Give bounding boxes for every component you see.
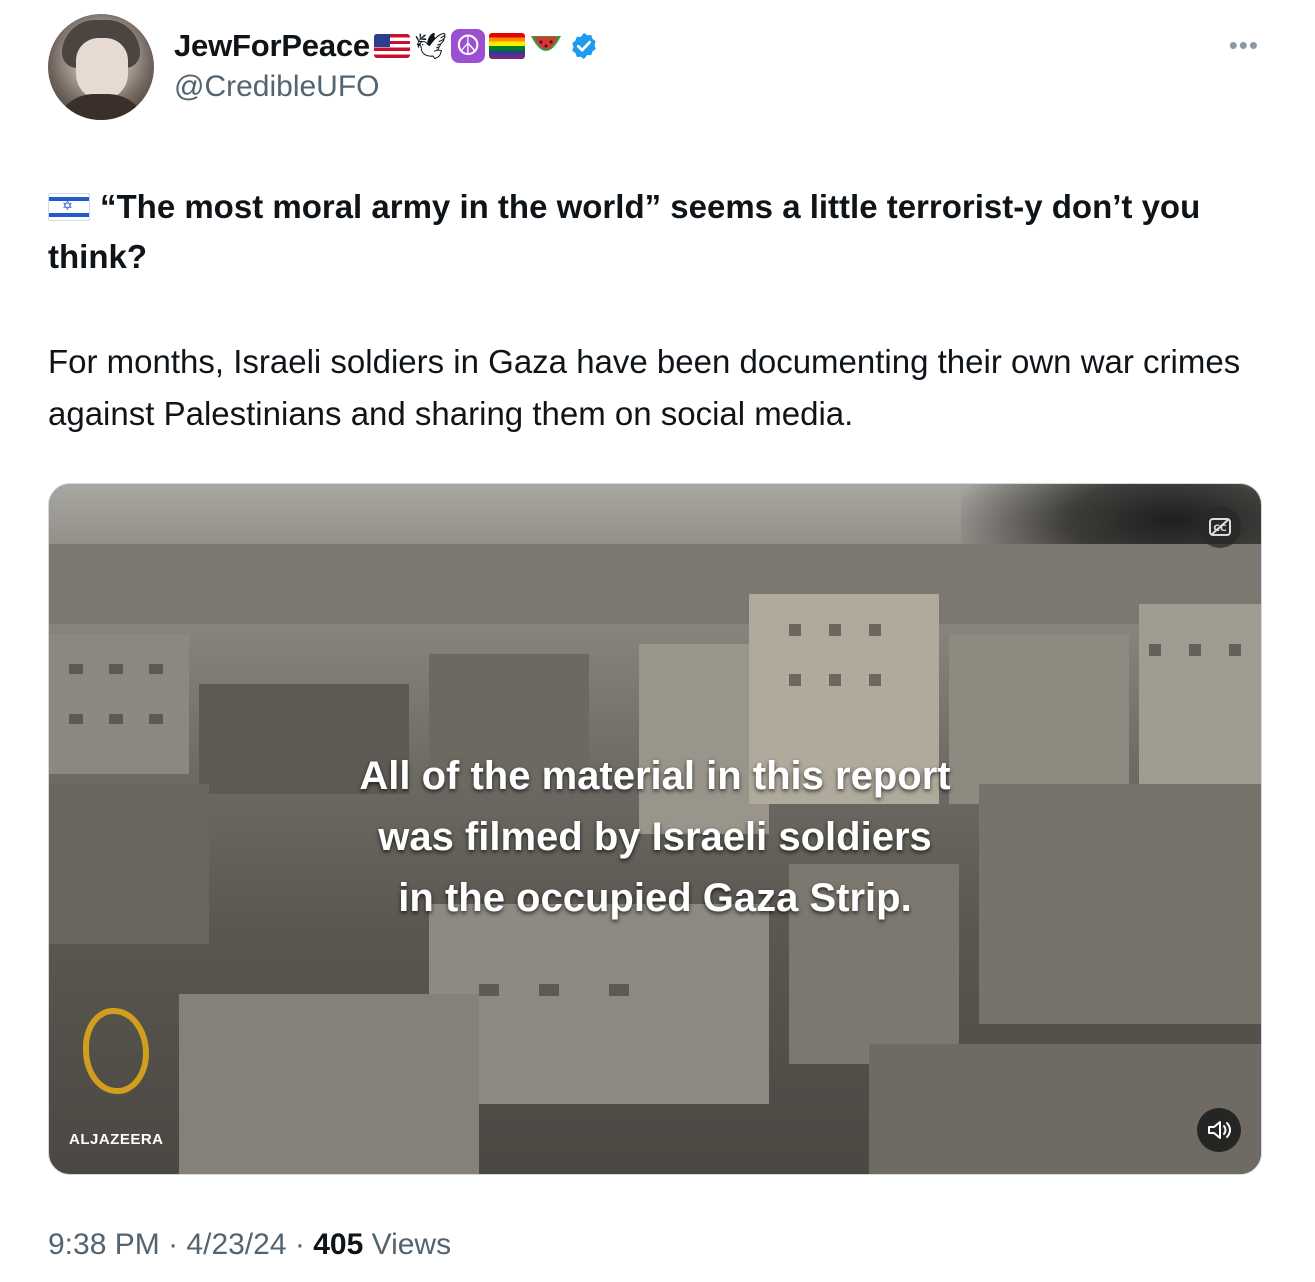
- avatar-shoulders: [54, 94, 148, 120]
- aljazeera-logo-icon: [83, 1008, 149, 1094]
- more-options-icon[interactable]: •••: [1229, 30, 1259, 61]
- tweet-time[interactable]: 9:38 PM: [48, 1228, 160, 1261]
- rainbow-flag-icon: [489, 33, 525, 59]
- meta-separator: ·: [168, 1228, 179, 1261]
- author-display-name[interactable]: JewForPeace: [174, 28, 370, 64]
- tweet-headline-row: ✡ “The most moral army in the world” seem…: [48, 182, 1278, 282]
- author-name-row: JewForPeace 🕊 ☮: [174, 28, 599, 64]
- flag-us-icon: [373, 34, 410, 58]
- views-count: 405: [313, 1228, 364, 1261]
- tweet-date[interactable]: 4/23/24: [186, 1228, 286, 1261]
- dove-icon: 🕊: [413, 31, 447, 61]
- tweet-headline: “The most moral army in the world” seems…: [48, 188, 1201, 275]
- author-handle[interactable]: @CredibleUFO: [174, 70, 380, 104]
- meta-separator: ·: [294, 1228, 305, 1261]
- video-caption-line: All of the material in this report: [359, 754, 951, 798]
- verified-badge-icon: [572, 32, 596, 60]
- video-caption: All of the material in this report was f…: [49, 746, 1261, 929]
- flag-israel-icon: ✡: [48, 193, 90, 221]
- video-caption-line: in the occupied Gaza Strip.: [398, 876, 912, 920]
- tweet-video[interactable]: All of the material in this report was f…: [48, 483, 1262, 1175]
- video-caption-line: was filmed by Israeli soldiers: [378, 815, 932, 859]
- tweet-body: For months, Israeli soldiers in Gaza hav…: [48, 343, 1241, 432]
- avatar[interactable]: [48, 14, 154, 120]
- aljazeera-watermark: ALJAZEERA: [69, 1131, 164, 1148]
- avatar-face: [76, 38, 128, 100]
- speaker-icon[interactable]: [1197, 1108, 1241, 1152]
- watermelon-icon: [529, 32, 563, 60]
- tweet-meta: 9:38 PM · 4/23/24 · 405 Views: [48, 1228, 451, 1262]
- views-label: Views: [371, 1228, 452, 1261]
- captions-off-icon[interactable]: CC: [1199, 506, 1241, 548]
- peace-symbol-icon: ☮: [451, 29, 485, 63]
